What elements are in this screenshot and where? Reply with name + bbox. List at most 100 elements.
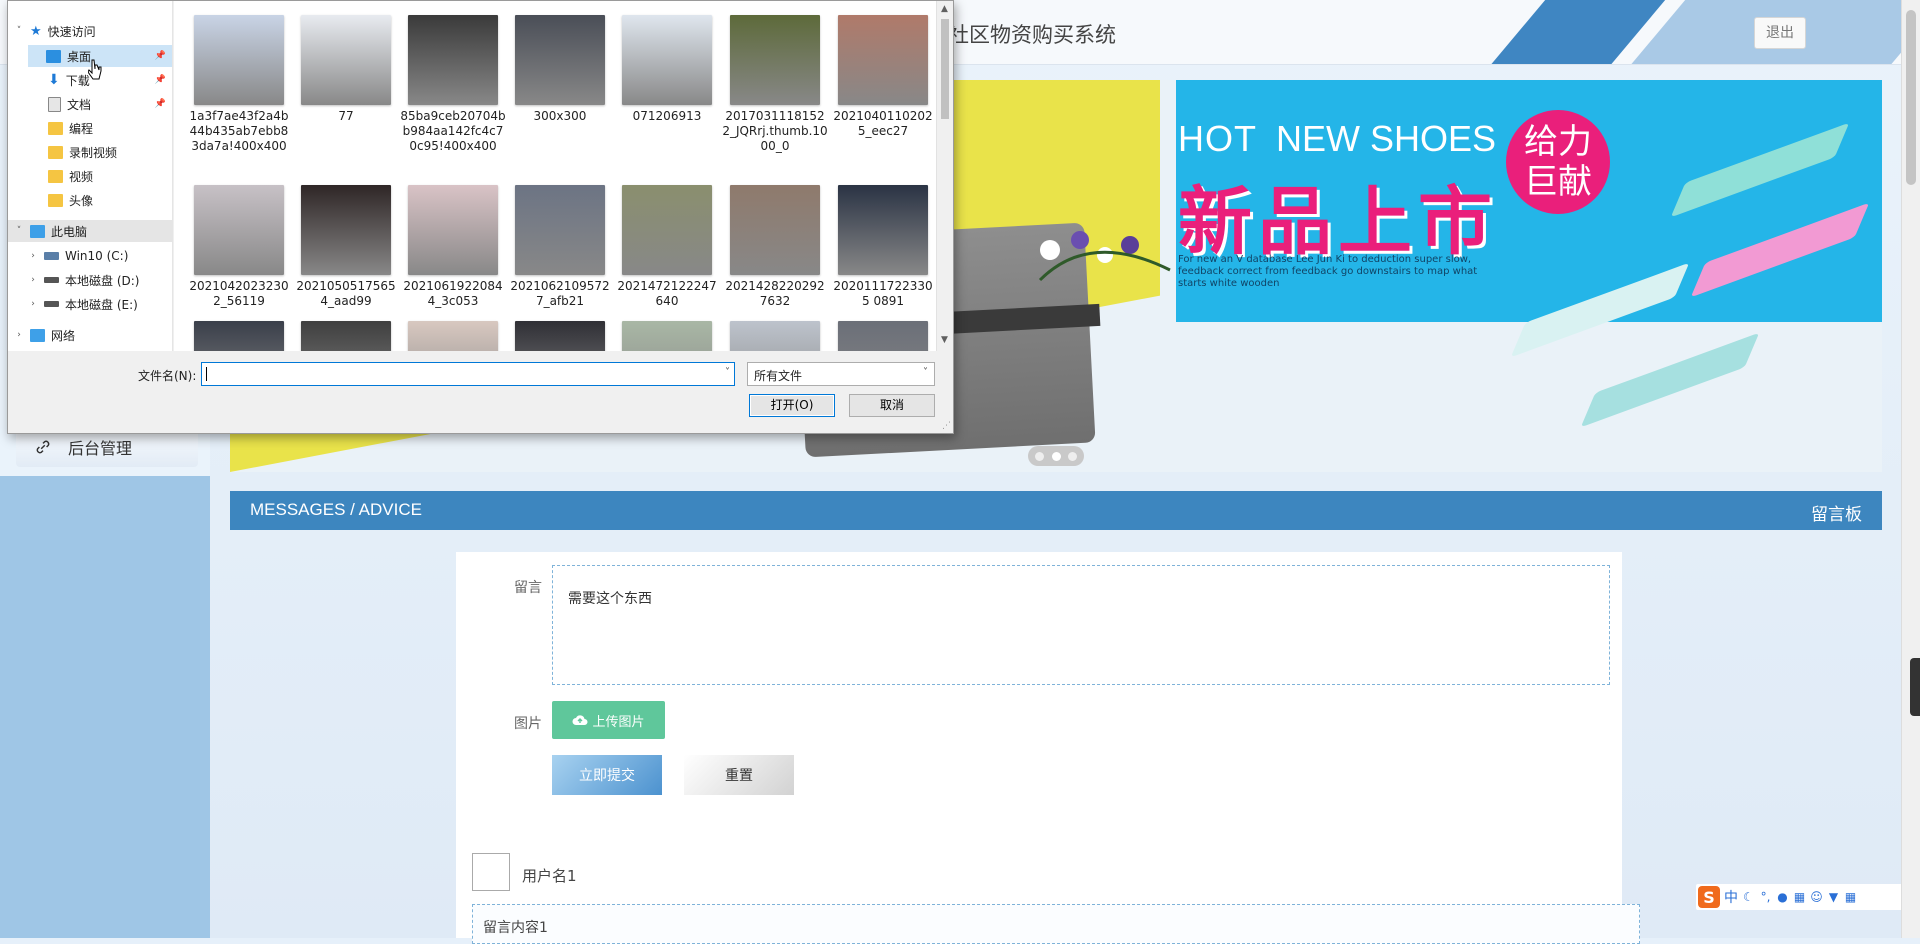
avatar [472,853,510,891]
file-list-scrollbar[interactable]: ▲ ▼ [936,1,953,351]
file-name: 20214282202927632 [725,279,825,308]
carousel-dots [1028,446,1084,466]
system-title: 社区物资购买系统 [948,23,1116,47]
tree-item-drive-c[interactable]: › Win10 (C:) [8,245,172,267]
file-thumbnail[interactable]: 1a3f7ae43f2a4b44b435ab7ebb83da7a!400x400 [190,15,288,154]
tree-item-folder[interactable]: 编程 [28,117,172,139]
file-thumbnail[interactable]: 20201117223305 0891 [833,185,933,309]
logout-button[interactable]: 退出 [1754,17,1806,49]
message-textarea[interactable]: 需要这个东西 [552,565,1610,685]
link-icon [36,440,50,454]
filetype-select[interactable]: 所有文件 ˅ [747,362,935,386]
side-handle[interactable] [1910,658,1920,716]
messages-title: MESSAGES / ADVICE [250,500,422,519]
file-thumbnail[interactable]: 20210505175654_aad99 [296,185,396,309]
carousel-dot[interactable] [1051,451,1061,461]
drive-icon [44,301,59,307]
image-thumbnail-icon [194,321,284,351]
desktop-icon [46,49,61,63]
upload-image-button[interactable]: 上传图片 [552,701,665,739]
chevron-down-icon[interactable]: ˅ [725,367,730,378]
file-name: 20210619220844_3c053 [403,279,503,308]
chevron-down-icon[interactable]: ˅ [14,226,24,236]
keyboard-icon[interactable]: ▦ [1793,890,1806,904]
file-thumbnail[interactable]: 20210621095727_afb21 [510,185,610,309]
file-thumbnail[interactable] [515,321,605,351]
carousel-dot[interactable] [1035,451,1045,461]
image-thumbnail-icon [515,15,605,105]
ime-mode[interactable]: 中 [1724,887,1738,907]
mouse-cursor-icon [88,59,102,80]
file-name: 85ba9ceb20704bb984aa142fc4c70c95!400x400 [400,109,506,153]
chevron-right-icon[interactable]: › [28,299,38,309]
document-icon [48,96,61,112]
reset-button[interactable]: 重置 [684,755,794,795]
cancel-button[interactable]: 取消 [849,394,935,417]
file-thumbnail[interactable]: 20170311181522_JQRrj.thumb.1000_0 [722,15,828,154]
file-thumbnail[interactable]: 2021472122247640 [617,185,717,309]
ime-toolbar[interactable]: S 中 ☾ °, ● ▦ ☺ ▼ ▦ [1696,884,1904,910]
file-thumbnail[interactable]: 20210420232302_56119 [189,185,289,309]
folder-icon [48,145,63,159]
tree-item-this-pc[interactable]: ˅ 此电脑 [8,220,172,242]
carousel-dot[interactable] [1067,451,1077,461]
file-thumbnail[interactable] [301,321,391,351]
tree-item-drive-d[interactable]: › 本地磁盘 (D:) [8,269,172,291]
open-button[interactable]: 打开(O) [749,394,835,417]
file-thumbnail[interactable]: 85ba9ceb20704bb984aa142fc4c70c95!400x400 [400,15,506,154]
banner-headline: 新品上市 [1178,179,1498,265]
chevron-down-icon[interactable]: ˅ [923,367,928,378]
file-thumbnail[interactable]: 300x300 [515,15,605,124]
banner-small-text: For new an V database Lee Jun Ki to dedu… [1178,254,1478,289]
file-thumbnail[interactable]: 20210401102025_eec27 [833,15,933,139]
network-icon [30,328,45,342]
tree-item-folder[interactable]: 头像 [28,189,172,211]
file-thumbnail[interactable] [622,321,712,351]
punctuation-icon[interactable]: °, [1759,890,1772,904]
file-thumbnail[interactable]: 77 [301,15,391,124]
tree-item-folder[interactable]: 视频 [28,165,172,187]
scroll-down-icon[interactable]: ▼ [941,335,948,345]
file-name: 2021472122247640 [617,279,717,308]
star-icon: ★ [30,23,42,39]
page-scrollbar[interactable] [1901,0,1920,938]
chevron-right-icon[interactable]: › [28,275,38,285]
chevron-right-icon[interactable]: › [28,251,38,261]
file-thumbnail[interactable]: 20214282202927632 [725,185,825,309]
tree-item-folder[interactable]: 录制视频 [28,141,172,163]
messages-section-bar: MESSAGES / ADVICE 留言板 [230,491,1882,530]
skin-icon[interactable]: ▼ [1827,890,1840,904]
file-thumbnail[interactable] [408,321,498,351]
file-thumbnail[interactable] [838,321,928,351]
microphone-icon[interactable]: ● [1776,890,1789,904]
submit-button[interactable]: 立即提交 [552,755,662,795]
tree-item-documents[interactable]: 文档 📌 [28,93,172,115]
chevron-right-icon[interactable]: › [14,330,24,340]
file-name: 20210505175654_aad99 [296,279,396,308]
filename-input[interactable]: ˅ [201,362,735,386]
navigation-tree: ˅ ★ 快速访问 桌面 📌 ⬇ 下载 📌 文档 📌 编程 录制视频 视频 头像 … [8,1,173,351]
file-thumbnail[interactable] [194,321,284,351]
image-thumbnail-icon [838,321,928,351]
computer-icon [30,224,45,238]
grid-menu-icon[interactable]: ▦ [1844,890,1857,904]
filename-label: 文件名(N): [138,369,197,383]
scroll-up-icon[interactable]: ▲ [941,4,948,14]
image-thumbnail-icon [301,321,391,351]
tree-item-drive-e[interactable]: › 本地磁盘 (E:) [8,293,172,315]
image-thumbnail-icon [408,185,498,275]
moon-icon[interactable]: ☾ [1742,890,1755,904]
resize-grip-icon[interactable]: ⋰ [942,421,951,431]
file-name: 20210401102025_eec27 [833,109,933,138]
chevron-down-icon[interactable]: ˅ [14,26,24,36]
user-icon[interactable]: ☺ [1810,890,1823,904]
folder-icon [48,121,63,135]
tree-item-quick-access[interactable]: ˅ ★ 快速访问 [8,20,172,42]
file-thumbnail[interactable] [730,321,820,351]
file-thumbnail[interactable]: 20210619220844_3c053 [403,185,503,309]
image-thumbnail-icon [515,321,605,351]
file-thumbnail[interactable]: 071206913 [622,15,712,124]
folder-icon [48,169,63,183]
tree-item-network[interactable]: › 网络 [8,324,172,346]
file-thumbnail-grid: 1a3f7ae43f2a4b44b435ab7ebb83da7a!400x400… [174,1,936,351]
